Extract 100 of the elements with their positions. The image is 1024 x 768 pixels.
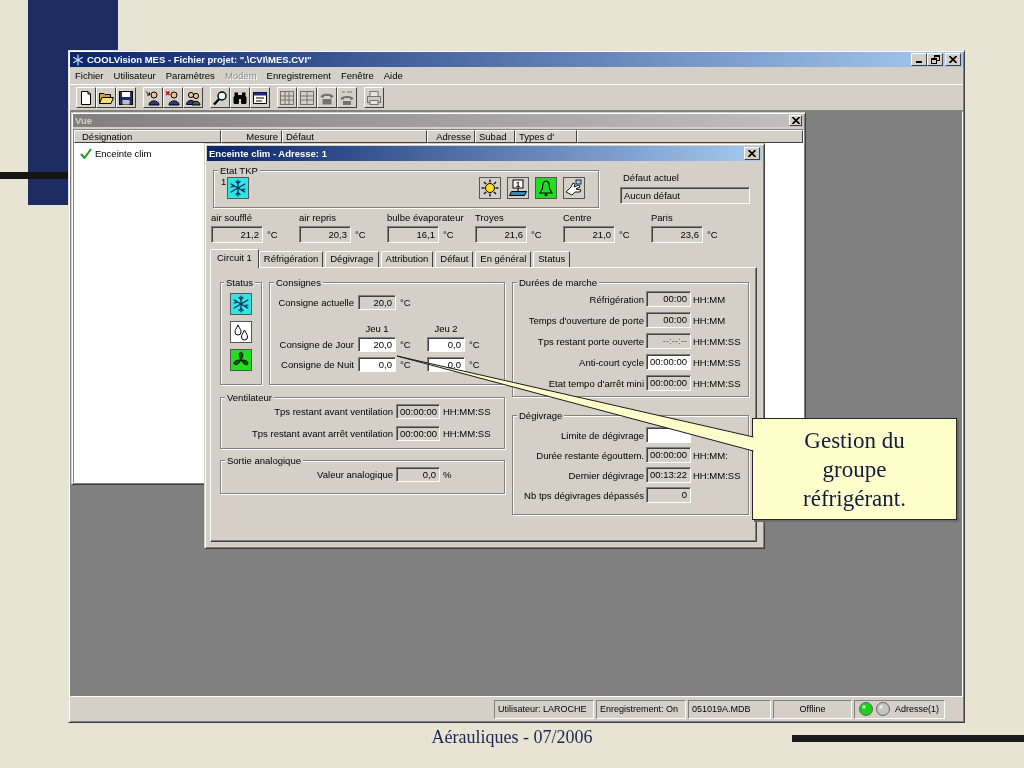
tab[interactable]: Réfrigération bbox=[258, 251, 324, 267]
readout-field: 21,2 bbox=[211, 226, 263, 243]
column-header[interactable]: Subad bbox=[475, 130, 515, 143]
menu-item[interactable]: Aide bbox=[378, 69, 408, 82]
toolbar-button[interactable] bbox=[183, 87, 203, 108]
unit-label: HH:MM:SS bbox=[443, 428, 492, 439]
tab[interactable]: Circuit 1 bbox=[210, 249, 259, 268]
tab[interactable]: Dégivrage bbox=[325, 251, 379, 267]
group-title: Status bbox=[224, 277, 255, 288]
window-title: COOLVision MES - Fichier projet: ".\CVI\MES.CVI" bbox=[87, 53, 312, 66]
input-field[interactable]: 20,0 bbox=[358, 337, 396, 352]
readout-field: 23,6 bbox=[651, 226, 703, 243]
column-header[interactable]: Adresse bbox=[427, 130, 475, 143]
field-label: Durée restante égouttem. bbox=[535, 448, 644, 463]
unit-label: HH:MM:SS bbox=[693, 377, 742, 389]
status-panel: Offline bbox=[773, 699, 852, 719]
readout-field: 16,1 bbox=[387, 226, 439, 243]
column-label: Jeu 1 bbox=[364, 323, 390, 334]
close-icon bbox=[949, 56, 957, 63]
readout-field: 00:00:00 bbox=[646, 375, 691, 391]
readout-field: 00:13:22 bbox=[646, 467, 691, 483]
menu-item[interactable]: Fenêtre bbox=[336, 69, 379, 82]
status-panel: 051019A.MDB bbox=[688, 699, 771, 719]
menu-item[interactable]: Paramètres bbox=[160, 69, 220, 82]
readout-field: Aucun défaut bbox=[620, 187, 750, 204]
field-label: Paris bbox=[651, 212, 674, 223]
toolbar-button[interactable] bbox=[96, 87, 116, 108]
group-title: Ventilateur bbox=[225, 392, 274, 403]
toolbar-button[interactable] bbox=[210, 87, 230, 108]
field-label: air repris bbox=[299, 212, 337, 223]
column-header[interactable] bbox=[577, 130, 803, 143]
state-number: 1 bbox=[221, 177, 227, 186]
sign-icon: 1 bbox=[507, 177, 529, 199]
field-label: Tps restant avant arrêt ventilation bbox=[251, 427, 393, 441]
grid-icon bbox=[299, 89, 315, 106]
form-icon bbox=[252, 89, 268, 106]
unit-label: °C bbox=[531, 229, 542, 240]
telephone-icon bbox=[339, 89, 355, 106]
toolbar-button[interactable] bbox=[116, 87, 136, 108]
field-label: air soufflé bbox=[211, 212, 253, 223]
minimize-button[interactable] bbox=[911, 53, 927, 66]
tab[interactable]: Défaut bbox=[435, 251, 474, 267]
toolbar-button[interactable] bbox=[230, 87, 250, 108]
group-title: Consignes bbox=[274, 277, 323, 288]
close-button[interactable] bbox=[945, 53, 961, 66]
toolbar-button[interactable] bbox=[163, 87, 183, 108]
restore-button[interactable] bbox=[927, 53, 943, 66]
toolbar-button[interactable] bbox=[250, 87, 270, 108]
toolbar-button[interactable] bbox=[143, 87, 163, 108]
column-header[interactable]: Défaut bbox=[282, 130, 427, 143]
unit-label: °C bbox=[707, 229, 718, 240]
field-label: Consigne de Jour bbox=[278, 338, 354, 352]
readout-field: 20,0 bbox=[358, 295, 396, 310]
menu-item[interactable]: Utilisateur bbox=[108, 69, 161, 82]
tab[interactable]: En général bbox=[475, 251, 532, 267]
unit-label: °C bbox=[469, 358, 481, 372]
field-label: Tps restant avant ventilation bbox=[273, 405, 393, 419]
tab[interactable]: Attribution bbox=[380, 251, 434, 267]
callout-text: Gestion du groupe réfrigérant. bbox=[802, 426, 907, 513]
field-label: Etat tempo d'arrêt mini bbox=[547, 376, 644, 391]
field-label: Limite de dégivrage bbox=[560, 428, 644, 443]
list-item[interactable]: Enceinte clim bbox=[95, 147, 152, 159]
column-header[interactable]: Types d' bbox=[515, 130, 577, 143]
column-header[interactable]: Désignation bbox=[74, 130, 221, 143]
person-icon bbox=[145, 89, 161, 106]
unit-label: °C bbox=[443, 229, 454, 240]
menu-item[interactable]: Fichier bbox=[70, 69, 109, 82]
column-label: Jeu 2 bbox=[433, 323, 459, 334]
field-label: Dernier dégivrage bbox=[567, 468, 644, 483]
tab[interactable]: Status bbox=[533, 251, 571, 267]
input-field[interactable]: 0,0 bbox=[427, 337, 465, 352]
readout-field: 0 bbox=[646, 487, 691, 503]
field-label: Nb tps dégivrages dépassés bbox=[523, 488, 644, 503]
readout-field: 21,6 bbox=[475, 226, 527, 243]
input-field[interactable]: 00:00:00 bbox=[646, 354, 691, 370]
menu-item[interactable]: Enregistrement bbox=[261, 69, 336, 82]
input-field[interactable]: 0,0 bbox=[358, 357, 396, 372]
close-button[interactable] bbox=[744, 147, 760, 160]
footer-text: Aérauliques - 07/2006 bbox=[431, 727, 593, 748]
unit-label: °C bbox=[400, 338, 412, 352]
unit-label: °C bbox=[400, 296, 412, 310]
field-label: Anti-court cycle bbox=[578, 355, 644, 370]
status-panel: Utilisateur: LAROCHE bbox=[494, 699, 594, 719]
field-label: Tps restant porte ouverte bbox=[536, 334, 644, 349]
group-title: Sortie analogique bbox=[225, 455, 303, 466]
readout-field: 00:00:00 bbox=[646, 447, 691, 463]
search-icon bbox=[212, 89, 228, 106]
unit-label: HH:MM:SS bbox=[693, 356, 742, 368]
address-label: Adresse(1) bbox=[895, 704, 939, 714]
column-header[interactable]: Mesure bbox=[221, 130, 282, 143]
minimize-icon bbox=[916, 61, 922, 63]
group-title: Etat TKP bbox=[218, 165, 260, 176]
field-label: Temps d'ouverture de porte bbox=[527, 313, 644, 328]
people-icon bbox=[185, 89, 201, 106]
readout-field: 20,3 bbox=[299, 226, 351, 243]
unit-label: °C bbox=[469, 338, 481, 352]
unit-label: HH:MM:SS bbox=[443, 406, 492, 417]
toolbar-button[interactable] bbox=[76, 87, 96, 108]
restore-icon bbox=[930, 55, 940, 64]
field-label: Défaut actuel bbox=[622, 172, 680, 183]
